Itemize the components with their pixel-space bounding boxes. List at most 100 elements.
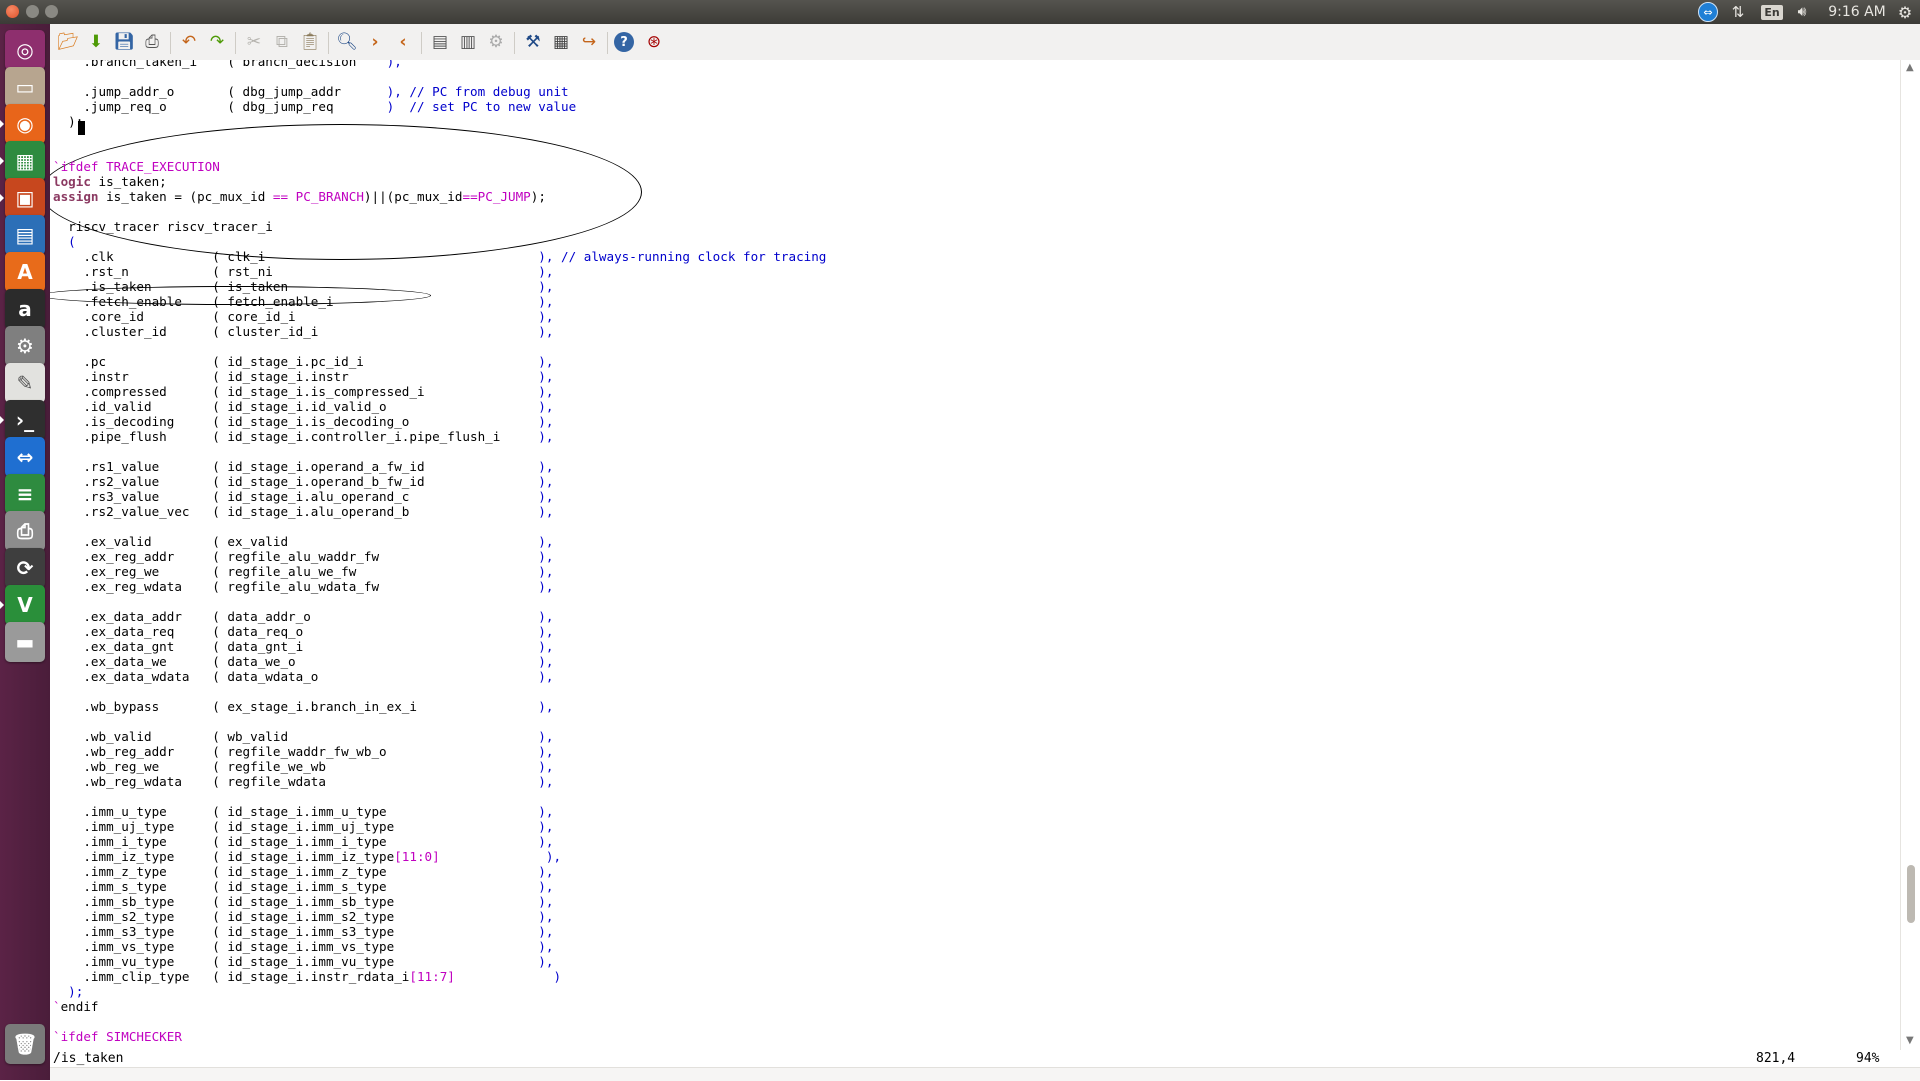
code-line: .wb_reg_addr ( regfile_waddr_fw_wb_o ), <box>53 744 553 759</box>
code-token: ), <box>538 669 554 684</box>
code-token: .branch_taken_i ( branch_decision <box>53 60 387 69</box>
language-label: En <box>1761 4 1783 20</box>
launcher-amazon-icon[interactable]: a <box>5 289 45 329</box>
running-indicator <box>0 416 4 424</box>
code-token: .rs2_value_vec ( id_stage_i.alu_operand_… <box>53 504 539 519</box>
scroll-percent: 94% <box>1856 1051 1880 1066</box>
help-icon[interactable]: ? <box>614 32 634 52</box>
keyboard-language-icon[interactable]: En <box>1760 2 1784 22</box>
launcher-ubuntu-software-icon[interactable]: A <box>5 252 45 292</box>
horizontal-scrollbar[interactable] <box>50 1067 1920 1081</box>
code-token: .pc ( id_stage_i.pc_id_i <box>53 354 539 369</box>
running-indicator <box>0 194 4 202</box>
code-token: ), <box>538 924 554 939</box>
paste-icon[interactable]: 📋︎ <box>298 30 322 54</box>
code-token: ), <box>538 774 554 789</box>
network-icon[interactable]: ⇅ <box>1727 2 1749 22</box>
launcher-terminal-icon[interactable]: ›_ <box>5 400 45 440</box>
build-tags-icon[interactable]: ▦ <box>549 30 573 54</box>
code-token: ), <box>538 309 554 324</box>
code-line: .ex_data_gnt ( data_gnt_i ), <box>53 639 553 654</box>
find-previous-icon[interactable]: ‹ <box>391 30 415 54</box>
vertical-scrollbar[interactable]: ▲ ▼ <box>1900 60 1920 1050</box>
launcher-libreoffice-impress-icon[interactable]: ▣ <box>5 178 45 218</box>
launcher-printer-icon[interactable]: ⎙ <box>5 511 45 551</box>
code-token: ), <box>538 759 554 774</box>
redo-icon[interactable]: ↷ <box>205 30 229 54</box>
code-token: .imm_u_type ( id_stage_i.imm_u_type <box>53 804 539 819</box>
copy-icon[interactable]: ⧉ <box>270 30 294 54</box>
code-token: .ex_data_req ( data_req_o <box>53 624 539 639</box>
launcher-trash-icon[interactable]: 🗑︎ <box>5 1024 45 1064</box>
launcher-teamviewer-icon[interactable]: ⇔ <box>5 437 45 477</box>
jump-to-tag-icon[interactable]: ↪ <box>577 30 601 54</box>
scroll-down-icon[interactable]: ▼ <box>1906 1035 1914 1046</box>
code-token: .jump_addr_o ( dbg_jump_addr <box>53 84 387 99</box>
launcher-libreoffice-calc-icon[interactable]: ▦ <box>5 141 45 181</box>
code-token: .ex_data_wdata ( data_wdata_o <box>53 669 539 684</box>
code-token: == <box>272 189 289 204</box>
code-token: ), <box>538 654 554 669</box>
scrollbar-thumb[interactable] <box>1907 865 1915 923</box>
code-token: ), <box>538 369 554 384</box>
find-help-icon[interactable]: ⊛ <box>642 30 666 54</box>
run-script-icon[interactable]: ⚙ <box>484 30 508 54</box>
code-line: .id_valid ( id_stage_i.id_valid_o ), <box>53 399 553 414</box>
scroll-up-icon[interactable]: ▲ <box>1906 62 1914 73</box>
code-token: .imm_s_type ( id_stage_i.imm_s_type <box>53 879 539 894</box>
code-token: .is_taken ( is_taken <box>53 279 539 294</box>
undo-icon[interactable]: ↶ <box>177 30 201 54</box>
launcher-files-icon[interactable]: ▭ <box>5 67 45 107</box>
code-line: .imm_uj_type ( id_stage_i.imm_uj_type ), <box>53 819 553 834</box>
editor-area[interactable]: .branch_taken_i ( branch_decision ), .ju… <box>50 60 1900 1066</box>
code-token: .imm_clip_type ( id_stage_i.instr_rdata_… <box>53 969 410 984</box>
find-replace-icon[interactable]: 🔍︎ <box>335 30 359 54</box>
print-icon[interactable]: ⎙ <box>140 30 164 54</box>
launcher-modelsim-icon[interactable]: ≡ <box>5 474 45 514</box>
code-token: ); <box>53 984 84 999</box>
code-token: ), <box>538 864 554 879</box>
code-line: .rst_n ( rst_ni ), <box>53 264 553 279</box>
save-session-icon[interactable]: ⬇ <box>84 30 108 54</box>
window-minimize-button[interactable] <box>26 5 39 18</box>
code-token: PC_BRANCH <box>295 189 364 204</box>
code-token: .wb_reg_we ( regfile_we_wb <box>53 759 539 774</box>
code-line: .clk ( clk_i ), // always-running clock … <box>53 249 826 264</box>
code-token: ), <box>538 834 554 849</box>
find-next-icon[interactable]: › <box>363 30 387 54</box>
code-token: ), <box>545 849 562 864</box>
command-line[interactable]: /is_taken 821,4 94% <box>50 1051 1900 1067</box>
open-file-icon[interactable]: 📂︎ <box>56 30 80 54</box>
load-session-icon[interactable]: ▤ <box>428 30 452 54</box>
code-line: riscv_tracer riscv_tracer_i <box>53 219 273 234</box>
save-icon[interactable]: 💾︎ <box>112 30 136 54</box>
code-token: ), <box>538 459 554 474</box>
code-line: .rs2_value_vec ( id_stage_i.alu_operand_… <box>53 504 553 519</box>
session-gear-icon[interactable]: ⚙ <box>1894 2 1916 22</box>
launcher-dash-icon[interactable]: ◎ <box>5 30 45 70</box>
code-token: ); <box>53 114 84 129</box>
code-token: .compressed ( id_stage_i.is_compressed_i <box>53 384 539 399</box>
launcher-drive-icon[interactable]: ▬ <box>5 622 45 662</box>
window-close-button[interactable] <box>6 5 19 18</box>
launcher-gvim-icon[interactable]: V <box>5 585 45 625</box>
teamviewer-icon[interactable]: ⇔ <box>1696 2 1720 22</box>
code-token: ), <box>538 819 554 834</box>
code-token: ), <box>538 294 554 309</box>
make-icon[interactable]: ⚒ <box>521 30 545 54</box>
clock[interactable]: 9:16 AM <box>1824 2 1890 22</box>
save-session-file-icon[interactable]: ▥ <box>456 30 480 54</box>
launcher-software-updater-icon[interactable]: ⟳ <box>5 548 45 588</box>
launcher-system-settings-icon[interactable]: ⚙ <box>5 326 45 366</box>
launcher-firefox-icon[interactable]: ◉ <box>5 104 45 144</box>
window-maximize-button[interactable] <box>45 5 58 18</box>
code-token: ), <box>538 354 554 369</box>
launcher-text-editor-icon[interactable]: ✎ <box>5 363 45 403</box>
code-token: .clk ( clk_i <box>53 249 539 264</box>
code-token: ), <box>538 804 554 819</box>
volume-icon[interactable]: 🔊︎ <box>1791 2 1813 22</box>
code-token: .wb_valid ( wb_valid <box>53 729 539 744</box>
code-token: ), <box>538 384 554 399</box>
launcher-libreoffice-writer-icon[interactable]: ▤ <box>5 215 45 255</box>
cut-icon[interactable]: ✂ <box>242 30 266 54</box>
